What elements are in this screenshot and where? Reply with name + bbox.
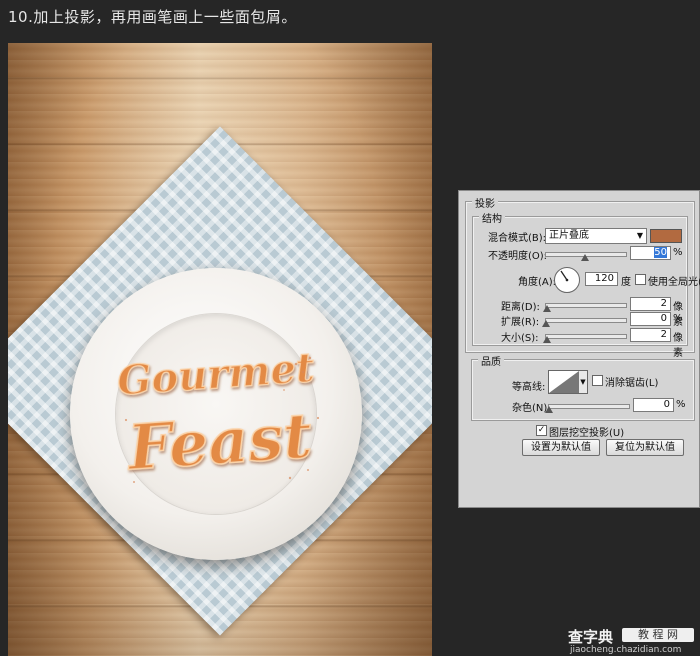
global-light-label: 使用全局光(G) [648, 277, 700, 288]
contour-curve-icon [549, 371, 579, 393]
size-input[interactable]: 2 [630, 328, 671, 342]
opacity-label: 不透明度(O): [488, 251, 548, 262]
quality-title: 品质 [478, 353, 504, 368]
distance-label: 距离(D): [501, 302, 540, 313]
watermark: 查字典 教 程 网 jiaocheng.chazidian.com [568, 626, 700, 656]
spread-input[interactable]: 0 [630, 312, 671, 326]
make-default-button[interactable]: 设置为默认值 [522, 439, 600, 456]
contour-dropdown-icon[interactable]: ▼ [579, 370, 588, 394]
angle-unit: 度 [621, 277, 631, 288]
angle-input[interactable]: 120 [585, 272, 618, 286]
chevron-down-icon: ▼ [636, 231, 643, 240]
structure-group: 结构 混合模式(B): 正片叠底 ▼ 不透明度(O): 50 % 角度(A): [472, 210, 700, 359]
distance-slider[interactable] [545, 303, 627, 308]
knockout-checkbox[interactable]: ✓ [536, 425, 547, 436]
watermark-brand: 查字典 [568, 628, 614, 646]
structure-title: 结构 [479, 210, 505, 225]
knockout-label: 图层挖空投影(U) [549, 428, 625, 439]
opacity-input[interactable]: 50 [630, 246, 671, 260]
spread-unit: % [673, 313, 683, 324]
blend-mode-value: 正片叠底 [549, 230, 589, 241]
title-line-1: Gourmet [116, 344, 317, 405]
gourmet-feast-lettering: Gourmet Feast [115, 344, 320, 485]
blend-mode-select[interactable]: 正片叠底 ▼ [545, 228, 647, 244]
angle-dial[interactable] [554, 267, 580, 293]
drop-shadow-title: 投影 [472, 195, 498, 210]
spread-slider[interactable] [545, 318, 627, 323]
blend-mode-label: 混合模式(B): [488, 233, 547, 244]
contour-label: 等高线: [512, 382, 546, 393]
shadow-color-swatch[interactable] [650, 229, 682, 243]
spread-label: 扩展(R): [501, 317, 540, 328]
reset-default-button[interactable]: 复位为默认值 [606, 439, 684, 456]
global-light-checkbox[interactable] [635, 274, 646, 285]
spread-slider-thumb[interactable] [542, 320, 550, 327]
contour-preview[interactable] [548, 370, 580, 394]
size-unit: 像素 [673, 333, 683, 359]
angle-label: 角度(A): [518, 277, 557, 288]
antialias-label: 消除锯齿(L) [605, 378, 659, 389]
size-label: 大小(S): [501, 333, 539, 344]
drop-shadow-group: 投影 结构 混合模式(B): 正片叠底 ▼ 不透明度(O): 50 % 角度(A… [465, 195, 700, 359]
watermark-badge: 教 程 网 [622, 628, 694, 642]
noise-input[interactable]: 0 [633, 398, 674, 412]
opacity-slider-thumb[interactable] [581, 254, 589, 261]
noise-unit: % [676, 399, 686, 410]
antialias-checkbox[interactable] [592, 375, 603, 386]
noise-slider-thumb[interactable] [545, 406, 553, 413]
size-slider-thumb[interactable] [543, 336, 551, 343]
distance-slider-thumb[interactable] [543, 305, 551, 312]
angle-dial-needle-icon [560, 270, 569, 282]
title-line-2: Feast [124, 399, 315, 485]
step-title: 10.加上投影，再用画笔画上一些面包屑。 [8, 8, 297, 26]
artwork-canvas: Gourmet Feast [8, 43, 432, 656]
plate: Gourmet Feast [70, 268, 362, 560]
opacity-unit: % [673, 247, 683, 258]
size-slider[interactable] [545, 334, 627, 339]
watermark-url: jiaocheng.chazidian.com [570, 645, 682, 655]
drop-shadow-panel: 投影 结构 混合模式(B): 正片叠底 ▼ 不透明度(O): 50 % 角度(A… [458, 190, 700, 508]
quality-group: 品质 等高线: ▼ 消除锯齿(L) 杂色(N): 0 % [471, 353, 695, 421]
distance-input[interactable]: 2 [630, 297, 671, 311]
noise-slider[interactable] [548, 404, 630, 409]
